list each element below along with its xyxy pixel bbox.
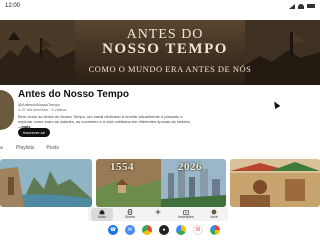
channel-avatar[interactable]	[0, 90, 14, 130]
status-bar: 12:00	[0, 0, 320, 12]
battery-icon	[307, 4, 315, 8]
banner-title-line2: NOSSO TEMPO	[102, 41, 228, 57]
channel-banner: ANTES DO NOSSO TEMPO COMO O MUNDO ERA AN…	[0, 20, 320, 85]
channel-name: Antes do Nosso Tempo	[18, 89, 129, 100]
nav-create[interactable]	[147, 208, 169, 221]
nav-you-label: Você	[210, 214, 218, 219]
mouse-cursor-icon	[271, 99, 281, 110]
channel-stats: 4,37 mil inscritos · 4 vídeos	[18, 107, 67, 112]
subscribe-button[interactable]: Inscrever-se	[18, 128, 50, 137]
nav-home[interactable]: Início	[91, 207, 113, 221]
nav-shorts[interactable]: Shorts	[119, 208, 141, 221]
tab-posts[interactable]: Posts	[46, 145, 59, 155]
add-icon	[155, 209, 161, 214]
year-label-right: 2026	[178, 161, 202, 173]
banner-title-line1: ANTES DO	[126, 27, 204, 42]
nav-subscriptions-label: Inscrições	[178, 214, 194, 219]
gmail-icon[interactable]: M	[193, 225, 203, 235]
nav-you[interactable]: Você	[203, 208, 225, 221]
tab-playlists[interactable]: Playlists	[16, 145, 34, 155]
youtube-channel-page: 12:00 ANTES DO NOSSO TEMPO COMO O MUNDO …	[0, 0, 320, 240]
1554-vs-2026-thumbnail[interactable]: 1554 2026	[96, 159, 226, 207]
status-time: 12:00	[5, 3, 21, 9]
phone-icon[interactable]: ☎	[108, 225, 118, 235]
camera-icon[interactable]: ●	[159, 225, 169, 235]
market-thumbnail[interactable]	[230, 159, 320, 207]
video-thumbnails: 1554 2026	[0, 159, 320, 207]
banner-title: ANTES DO NOSSO TEMPO	[90, 27, 240, 57]
market-thumbnail-art	[230, 159, 320, 207]
signal-icon	[289, 3, 295, 9]
messages-icon[interactable]: ✉	[125, 225, 135, 235]
rio-thumbnail[interactable]	[0, 159, 92, 207]
photos-icon[interactable]	[210, 225, 220, 235]
nav-subscriptions[interactable]: Inscrições	[175, 208, 197, 221]
bottom-navigation: Início Shorts Inscrições Você	[88, 207, 228, 221]
app-dock: ☎ ✉ ● M	[108, 223, 220, 237]
rio-thumbnail-art	[0, 159, 92, 207]
channel-description-text: Bem-vindo ao Antes do Nosso Tempo, um ca…	[18, 114, 191, 124]
tab-home[interactable]: a	[0, 145, 4, 155]
banner-subtitle: COMO O MUNDO ERA ANTES DE NÓS	[88, 64, 252, 74]
channel-tabs: a Playlists Posts	[0, 145, 320, 155]
chrome-icon[interactable]	[142, 225, 152, 235]
year-label-left: 1554	[110, 161, 134, 173]
drive-icon[interactable]	[176, 225, 186, 235]
status-icons	[289, 3, 315, 9]
wifi-icon	[298, 3, 304, 9]
channel-description[interactable]: Bem-vindo ao Antes do Nosso Tempo, um ca…	[18, 114, 198, 129]
nav-home-label: Início	[97, 214, 107, 219]
nav-shorts-label: Shorts	[124, 214, 136, 219]
